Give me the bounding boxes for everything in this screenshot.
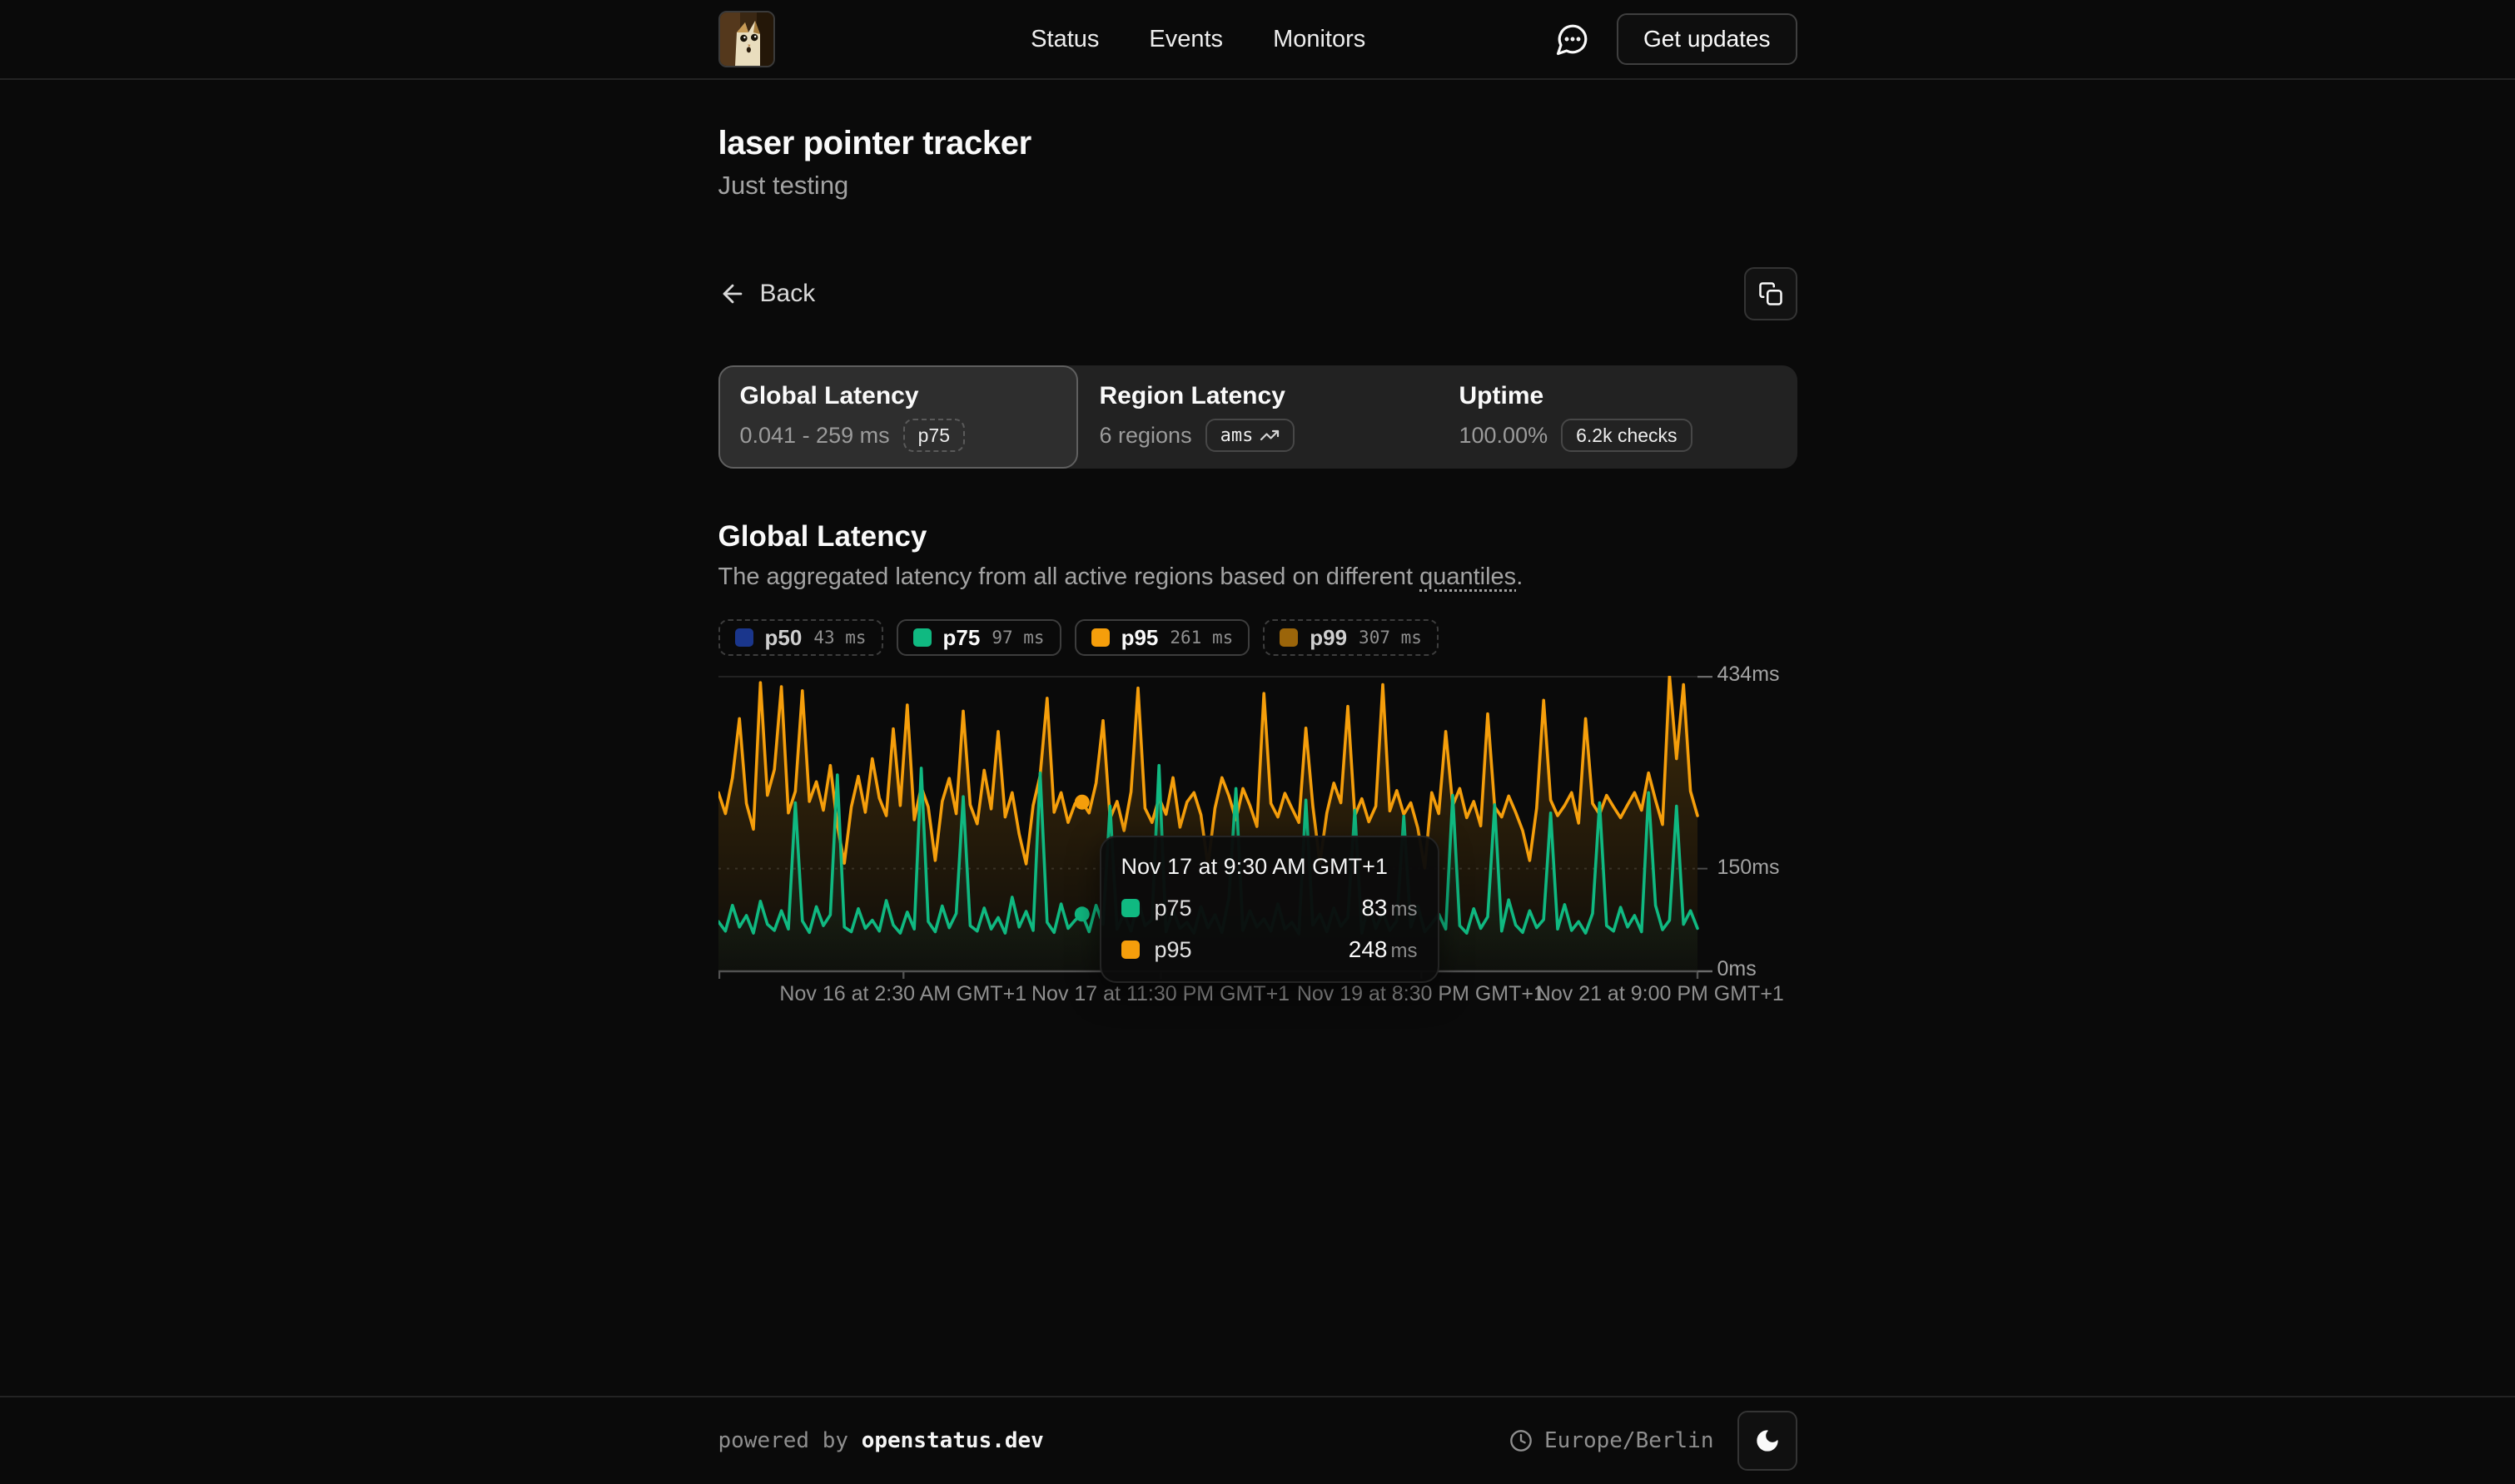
p99-swatch — [1280, 628, 1298, 647]
p75-badge: p75 — [903, 419, 965, 452]
copy-link-button[interactable] — [1744, 267, 1797, 320]
tab-value: 0.041 - 259 ms — [740, 423, 890, 449]
trending-up-icon — [1260, 425, 1280, 445]
legend-chip-p95[interactable]: p95 261 ms — [1075, 619, 1250, 656]
p95-swatch — [1091, 628, 1110, 647]
status-page: Status Events Monitors Get updates — [0, 0, 2515, 1484]
tab-global-latency[interactable]: Global Latency 0.041 - 259 ms p75 — [718, 365, 1078, 469]
nav-link-monitors[interactable]: Monitors — [1273, 26, 1365, 53]
nav-link-events[interactable]: Events — [1149, 26, 1223, 53]
chart-section-title: Global Latency — [718, 520, 1797, 553]
legend-chip-p99[interactable]: p99 307 ms — [1263, 619, 1439, 656]
y-tick-label: 434ms — [1717, 663, 1780, 687]
tooltip-row-p95: p95 248ms — [1121, 936, 1418, 963]
footer: powered by openstatus.dev Europe/Berlin — [0, 1396, 2515, 1484]
legend-label: p50 — [765, 625, 803, 651]
x-tick-label: Nov 16 at 2:30 AM GMT+1 — [779, 982, 1026, 1006]
page-title: laser pointer tracker — [718, 125, 1797, 162]
legend-value: 97 ms — [992, 628, 1044, 648]
back-label: Back — [760, 280, 816, 308]
metric-tabs: Global Latency 0.041 - 259 ms p75 Region… — [718, 365, 1797, 469]
timezone-display: Europe/Berlin — [1509, 1428, 1714, 1453]
tooltip-title: Nov 17 at 9:30 AM GMT+1 — [1121, 854, 1418, 880]
latency-chart[interactable]: 434ms150ms0ms Nov 16 at 2:30 AM GMT+1Nov… — [718, 676, 1797, 1022]
tab-title: Region Latency — [1100, 382, 1416, 410]
tooltip-p95-value: 248ms — [1349, 936, 1418, 963]
legend-label: p95 — [1121, 625, 1159, 651]
legend-value: 307 ms — [1359, 628, 1422, 648]
p50-swatch — [735, 628, 753, 647]
chart-tooltip: Nov 17 at 9:30 AM GMT+1 p75 83ms p95 248… — [1100, 836, 1439, 983]
checks-badge: 6.2k checks — [1561, 419, 1692, 452]
site-logo[interactable] — [718, 11, 775, 67]
legend-value: 43 ms — [813, 628, 866, 648]
powered-by: powered by openstatus.dev — [718, 1428, 1044, 1453]
message-bubble-icon — [1555, 22, 1590, 57]
chart-section-description: The aggregated latency from all active r… — [718, 563, 1797, 591]
p75-swatch — [913, 628, 932, 647]
chart-legend: p50 43 ms p75 97 ms p95 261 ms p99 307 ms — [718, 619, 1797, 656]
tooltip-row-p75: p75 83ms — [1121, 895, 1418, 921]
x-tick-label: Nov 21 at 9:00 PM GMT+1 — [1536, 982, 1784, 1006]
back-button[interactable]: Back — [718, 280, 816, 308]
moon-icon — [1754, 1427, 1781, 1454]
p75-swatch — [1121, 899, 1140, 917]
cat-logo-image — [720, 12, 773, 66]
main-content: laser pointer tracker Just testing Back — [0, 80, 2515, 1396]
tooltip-p75-value: 83ms — [1361, 895, 1417, 921]
tab-value: 6 regions — [1100, 423, 1192, 449]
copy-icon — [1758, 281, 1783, 306]
arrow-left-icon — [718, 280, 747, 308]
y-tick-label: 0ms — [1717, 957, 1757, 981]
legend-chip-p50[interactable]: p50 43 ms — [718, 619, 883, 656]
get-updates-button[interactable]: Get updates — [1617, 13, 1797, 65]
top-nav: Status Events Monitors Get updates — [0, 0, 2515, 80]
page-subtitle: Just testing — [718, 171, 1797, 201]
theme-toggle-button[interactable] — [1737, 1411, 1797, 1471]
tab-value: 100.00% — [1459, 423, 1548, 449]
legend-label: p75 — [943, 625, 981, 651]
legend-label: p99 — [1310, 625, 1347, 651]
quantiles-link[interactable]: quantiles — [1419, 563, 1516, 590]
feedback-chat-button[interactable] — [1555, 22, 1590, 57]
y-tick-label: 150ms — [1717, 856, 1780, 880]
clock-icon — [1509, 1429, 1533, 1452]
tab-region-latency[interactable]: Region Latency 6 regions ams — [1078, 365, 1438, 469]
p95-swatch — [1121, 941, 1140, 959]
legend-chip-p75[interactable]: p75 97 ms — [897, 619, 1061, 656]
tab-title: Global Latency — [740, 382, 1056, 410]
x-tick-label: Nov 19 at 8:30 PM GMT+1 — [1297, 982, 1545, 1006]
tab-uptime[interactable]: Uptime 100.00% 6.2k checks — [1438, 365, 1797, 469]
region-badge: ams — [1205, 419, 1295, 452]
openstatus-link[interactable]: openstatus.dev — [862, 1428, 1044, 1453]
x-tick-label: Nov 17 at 11:30 PM GMT+1 — [1031, 982, 1290, 1006]
legend-value: 261 ms — [1170, 628, 1233, 648]
tab-title: Uptime — [1459, 382, 1776, 410]
nav-link-status[interactable]: Status — [1031, 26, 1099, 53]
nav-links: Status Events Monitors — [842, 26, 1555, 53]
